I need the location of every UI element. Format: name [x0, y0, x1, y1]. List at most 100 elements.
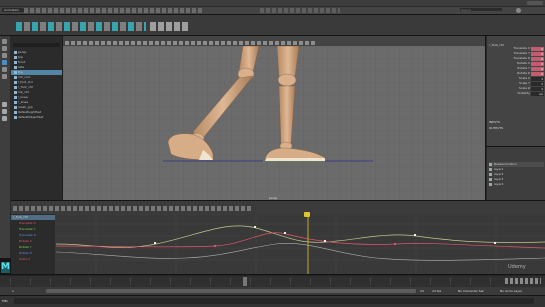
- graph-outliner-label: Scale X: [19, 257, 31, 261]
- outliner-row-label: front: [18, 60, 26, 64]
- workspace-dropdown[interactable]: Animation: [2, 8, 24, 12]
- layer-visibility-icon[interactable]: [489, 177, 492, 181]
- layout-graph-icon[interactable]: [2, 116, 7, 121]
- outliner-row-label: l_knee: [18, 95, 28, 99]
- current-frame-marker[interactable]: 13: [304, 212, 310, 217]
- channel-value[interactable]: 1: [531, 81, 544, 86]
- range-slider[interactable]: [46, 289, 416, 293]
- channel-value[interactable]: 0: [531, 46, 544, 51]
- graph-outliner-row[interactable]: Translate Y: [11, 227, 55, 232]
- scale-tool-icon[interactable]: [2, 74, 7, 79]
- transform-node-icon: [14, 85, 17, 89]
- time-slider[interactable]: [0, 275, 545, 287]
- window-controls[interactable]: [527, 1, 543, 5]
- outliner-row-label: l_foot_ctrl: [18, 80, 33, 84]
- graph-outliner-label: Translate Y: [19, 227, 36, 231]
- anim-layer-dropdown[interactable]: No Anim Layer: [500, 289, 522, 293]
- command-line-input[interactable]: [14, 298, 534, 304]
- fps-dropdown[interactable]: 24 fps: [432, 289, 441, 293]
- shelf-icons[interactable]: [16, 22, 146, 31]
- graph-outliner-label: r_foot_ctrl: [13, 215, 29, 219]
- layer-name: layer1: [494, 167, 504, 171]
- layer-visibility-icon[interactable]: [489, 167, 492, 171]
- graph-outliner-row[interactable]: Rotate Y: [11, 245, 55, 250]
- shelf: Curves / SurfacesPoly ModelingSculptingR…: [0, 15, 545, 35]
- user-icon[interactable]: [516, 8, 521, 13]
- graph-outliner-row[interactable]: r_foot_ctrl: [11, 215, 55, 220]
- paint-select-icon[interactable]: [2, 53, 7, 58]
- transform-node-icon: [14, 105, 17, 109]
- channel-value[interactable]: 0: [531, 56, 544, 61]
- outliner-row[interactable]: defaultObjectSet: [11, 115, 62, 120]
- search-input[interactable]: [460, 8, 502, 11]
- viewport-icons[interactable]: [65, 41, 315, 45]
- viewport-panel[interactable]: ViewShadingLightingShowRendererPanels: [63, 36, 485, 200]
- playback-controls[interactable]: [505, 278, 541, 284]
- outliner-row-label: mesh_grp: [18, 105, 33, 109]
- range-start[interactable]: 1: [12, 289, 22, 293]
- transform-node-icon: [14, 55, 17, 59]
- graph-outliner-row[interactable]: Rotate X: [11, 239, 55, 244]
- render-tools[interactable]: [260, 8, 340, 13]
- outliner-panel: DisplayShowHelp persptopfrontsideRigctrl…: [11, 36, 63, 200]
- channel-value[interactable]: 1: [531, 86, 544, 91]
- graph-outliner-row[interactable]: Translate X: [11, 221, 55, 226]
- channel-value[interactable]: 0: [531, 71, 544, 76]
- shelf-icons-secondary[interactable]: [150, 22, 190, 31]
- outliner-search[interactable]: [13, 43, 60, 47]
- layer-visibility-icon[interactable]: [489, 162, 492, 166]
- range-end[interactable]: 24: [420, 289, 430, 293]
- channel-value[interactable]: 1: [531, 76, 544, 81]
- layout-single-icon[interactable]: [2, 102, 7, 107]
- viewport-scene: [63, 46, 485, 200]
- graph-outliner-row[interactable]: Scale X: [11, 257, 55, 262]
- channel-value[interactable]: 0: [531, 61, 544, 66]
- outliner-row-label: side: [18, 65, 25, 69]
- time-slider-current[interactable]: [243, 277, 247, 286]
- graph-editor-toolbar[interactable]: [13, 206, 253, 211]
- layer-editor-panel: DisplayAnim LayersOptionsHelp BaseAnimat…: [486, 147, 545, 200]
- transform-node-icon: [14, 115, 17, 119]
- channel-name: Visibility: [517, 91, 530, 95]
- maya-logo-letter: M: [1, 262, 10, 272]
- graph-outliner-row[interactable]: Translate Z: [11, 233, 55, 238]
- toolbox: [0, 36, 11, 258]
- layer-visibility-icon[interactable]: [489, 172, 492, 176]
- select-tool-icon[interactable]: [2, 39, 7, 44]
- transform-node-icon: [14, 110, 17, 114]
- command-line-label: MEL: [2, 299, 9, 303]
- graph-outliner-label: Translate X: [19, 221, 36, 225]
- command-line: MEL: [0, 296, 545, 307]
- outliner-row-label: r_foot_ctrl: [18, 85, 34, 89]
- layout-four-icon[interactable]: [2, 109, 7, 114]
- move-tool-icon[interactable]: [2, 60, 7, 65]
- character-set-dropdown[interactable]: No Character Set: [458, 289, 484, 293]
- channel-box-panel: ChannelsEditObjectShow r_foot_ctrl Trans…: [486, 36, 545, 146]
- outliner-row-label: top: [18, 55, 23, 59]
- rotate-tool-icon[interactable]: [2, 67, 7, 72]
- channel-value[interactable]: 0: [531, 51, 544, 56]
- transform-node-icon: [14, 100, 17, 104]
- workspace-label: Animation: [4, 8, 20, 12]
- graph-outliner-row[interactable]: Rotate Z: [11, 251, 55, 256]
- status-line-tools[interactable]: [24, 8, 204, 13]
- transform-node-icon: [14, 60, 17, 64]
- grid-floor: [63, 46, 485, 200]
- graph-outliner-label: Translate Z: [19, 233, 36, 237]
- lasso-tool-icon[interactable]: [2, 46, 7, 51]
- channel-row[interactable]: Visibility on: [487, 91, 545, 96]
- transform-node-icon: [14, 50, 17, 54]
- time-ticks: [10, 278, 500, 285]
- outliner-list: persp top front side Rig ctrl_root l_foot_ctrl…: [11, 50, 62, 130]
- transform-node-icon: [14, 90, 17, 94]
- channel-value[interactable]: on: [531, 91, 544, 96]
- graph-view[interactable]: [56, 214, 545, 274]
- outliner-row-label: defaultLightSet: [18, 110, 41, 114]
- layer-row[interactable]: layer4: [489, 182, 544, 187]
- channel-value[interactable]: 0: [531, 66, 544, 71]
- graph-editor-panel: EditViewSelectCurvesKeysTangentsListShow…: [11, 201, 545, 274]
- layer-list: BaseAnimation layer1 layer2 layer3 layer4: [489, 162, 544, 192]
- layer-visibility-icon[interactable]: [489, 182, 492, 186]
- graph-outliner-label: Rotate Z: [19, 251, 32, 255]
- graph-outliner-label: Rotate Y: [19, 245, 32, 249]
